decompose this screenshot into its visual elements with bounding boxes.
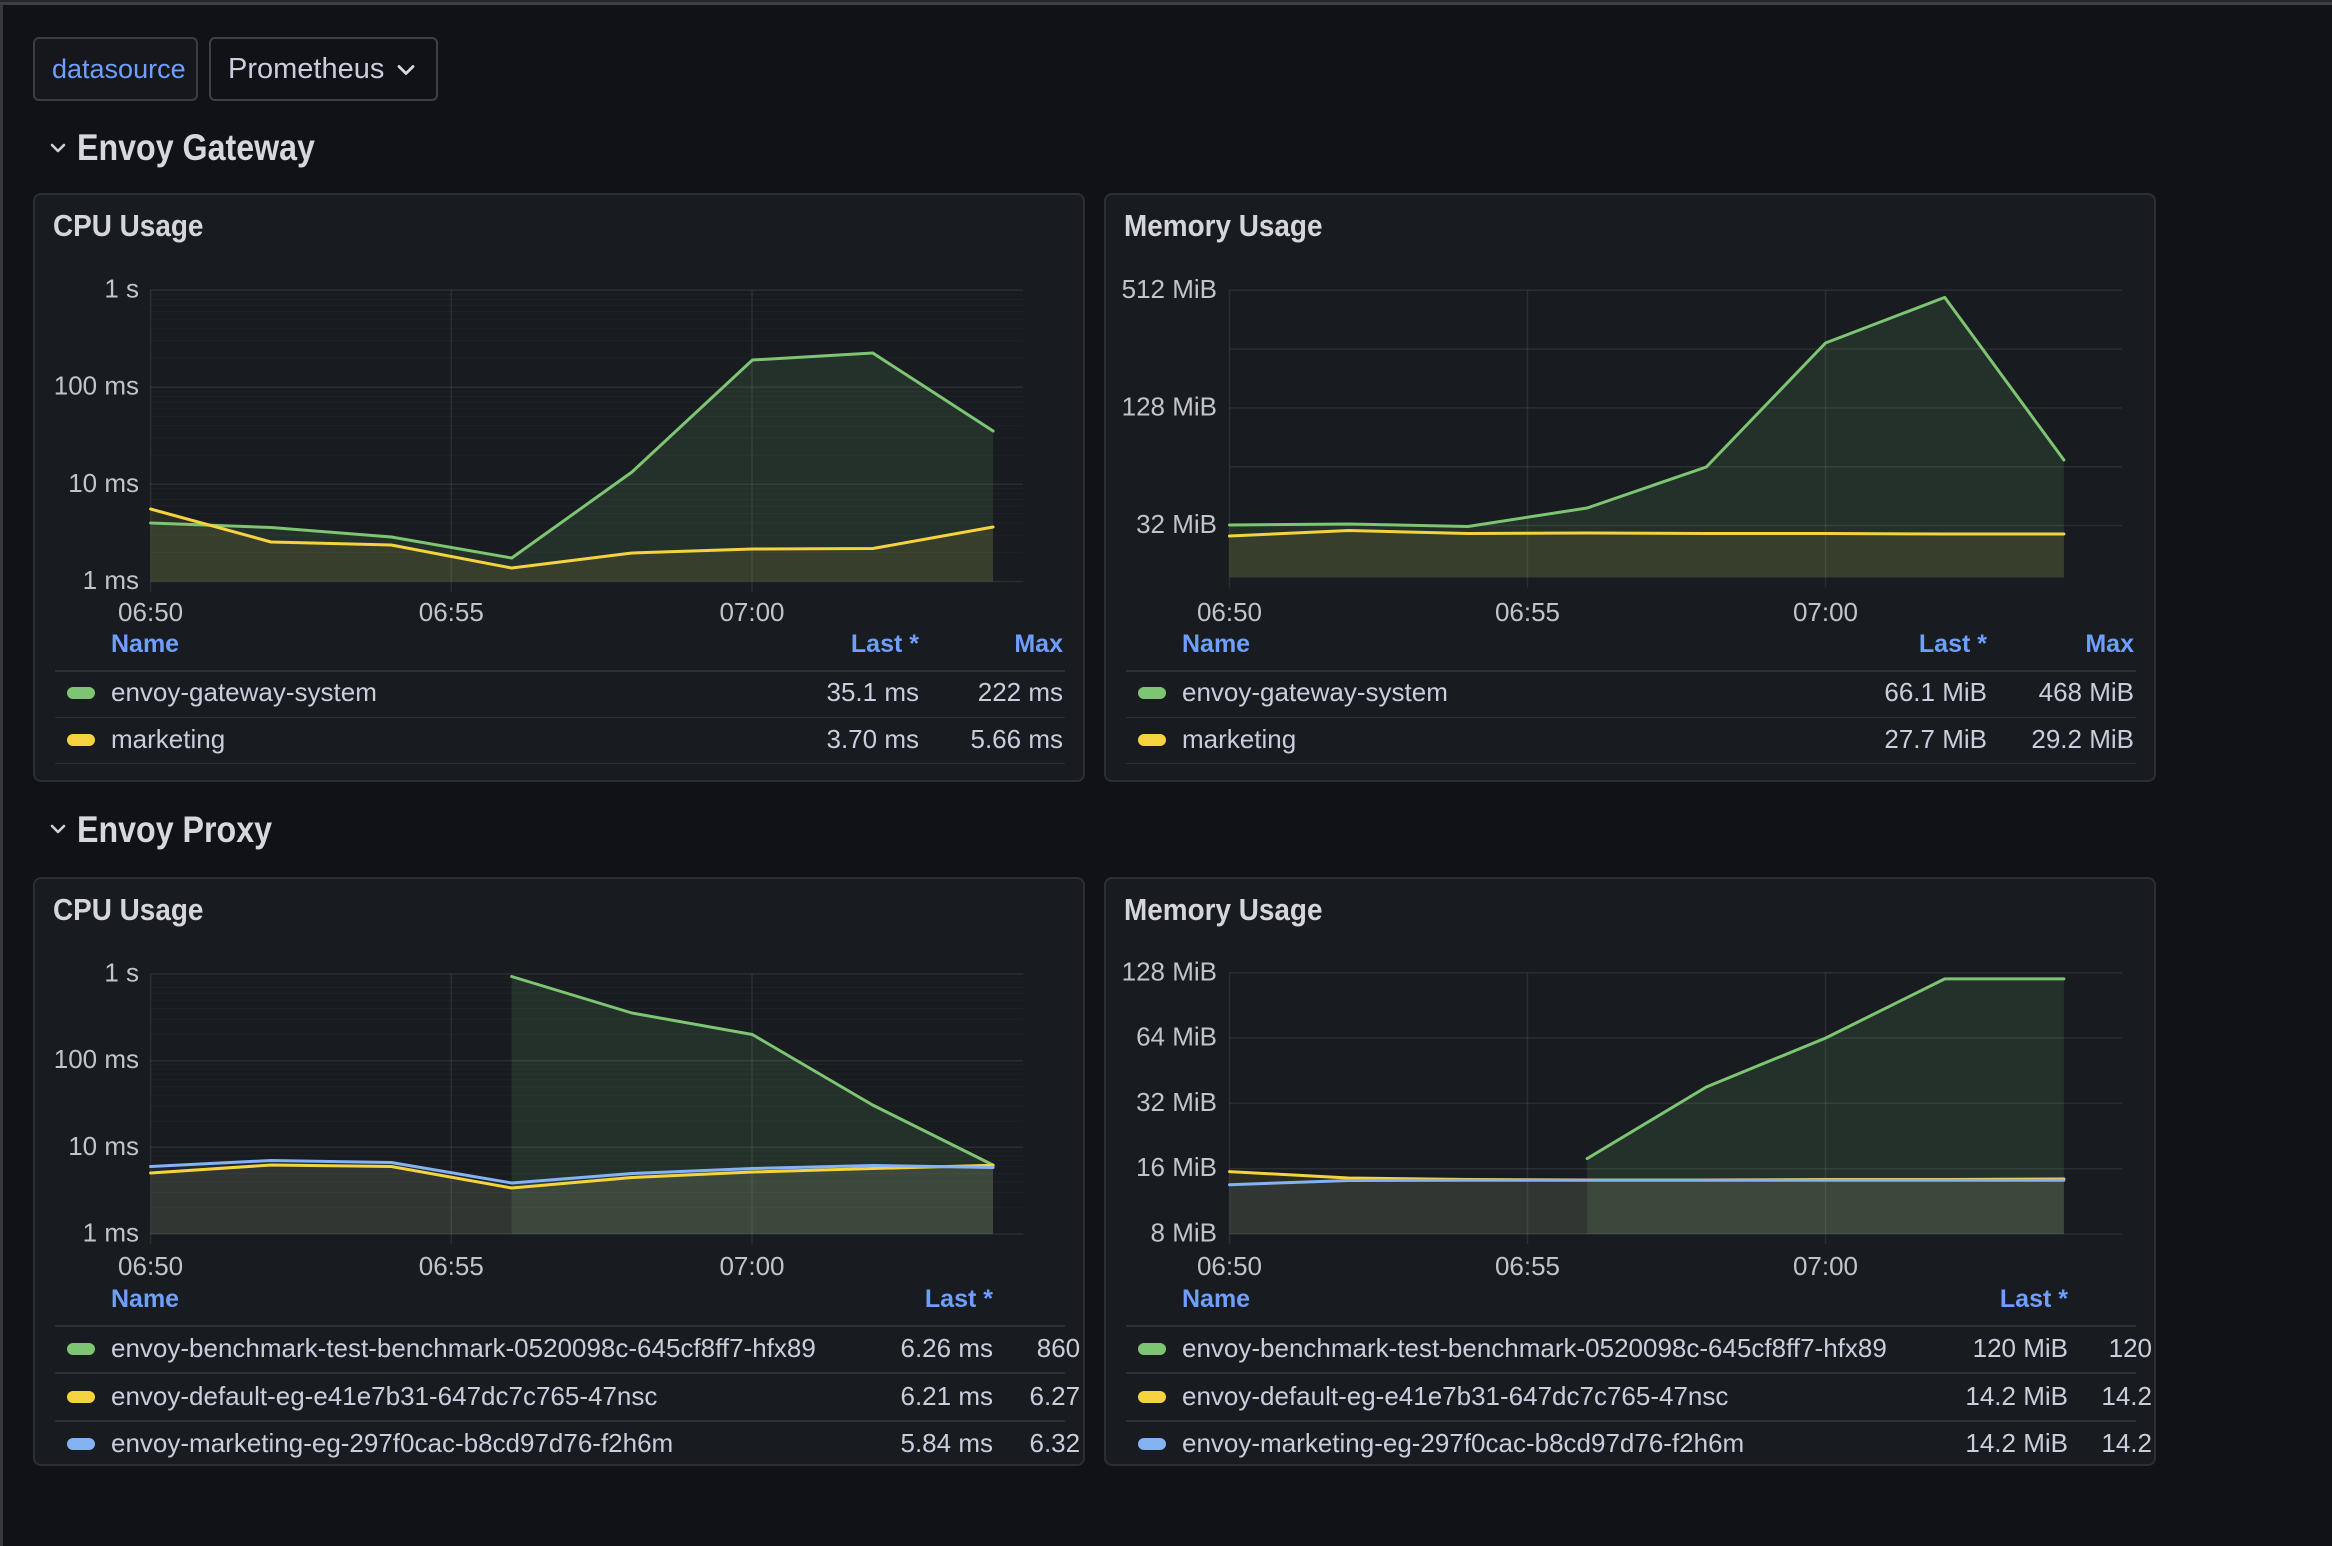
svg-text:512 MiB: 512 MiB bbox=[1122, 274, 1217, 304]
svg-text:32 MiB: 32 MiB bbox=[1136, 1087, 1217, 1117]
svg-text:06:50: 06:50 bbox=[118, 1251, 183, 1281]
svg-text:16 MiB: 16 MiB bbox=[1136, 1152, 1217, 1182]
svg-text:1 s: 1 s bbox=[104, 274, 139, 304]
svg-text:128 MiB: 128 MiB bbox=[1122, 956, 1217, 986]
svg-text:07:00: 07:00 bbox=[719, 597, 784, 627]
svg-text:100 ms: 100 ms bbox=[54, 1044, 139, 1074]
svg-text:100 ms: 100 ms bbox=[54, 371, 139, 401]
svg-text:1 s: 1 s bbox=[104, 958, 139, 988]
svg-text:10 ms: 10 ms bbox=[68, 468, 139, 498]
svg-text:128 MiB: 128 MiB bbox=[1122, 391, 1217, 421]
svg-text:07:00: 07:00 bbox=[1793, 1251, 1858, 1281]
svg-text:32 MiB: 32 MiB bbox=[1136, 509, 1217, 539]
svg-text:10 ms: 10 ms bbox=[68, 1131, 139, 1161]
svg-text:06:50: 06:50 bbox=[1197, 1251, 1262, 1281]
svg-text:06:55: 06:55 bbox=[419, 1251, 484, 1281]
svg-text:06:50: 06:50 bbox=[118, 597, 183, 627]
svg-text:06:55: 06:55 bbox=[419, 597, 484, 627]
svg-text:1 ms: 1 ms bbox=[83, 565, 139, 595]
svg-text:1 ms: 1 ms bbox=[83, 1218, 139, 1248]
svg-text:06:55: 06:55 bbox=[1495, 597, 1560, 627]
svg-text:8 MiB: 8 MiB bbox=[1151, 1218, 1217, 1248]
svg-text:06:55: 06:55 bbox=[1495, 1251, 1560, 1281]
svg-text:07:00: 07:00 bbox=[1793, 597, 1858, 627]
svg-text:64 MiB: 64 MiB bbox=[1136, 1022, 1217, 1052]
svg-text:06:50: 06:50 bbox=[1197, 597, 1262, 627]
svg-text:07:00: 07:00 bbox=[719, 1251, 784, 1281]
